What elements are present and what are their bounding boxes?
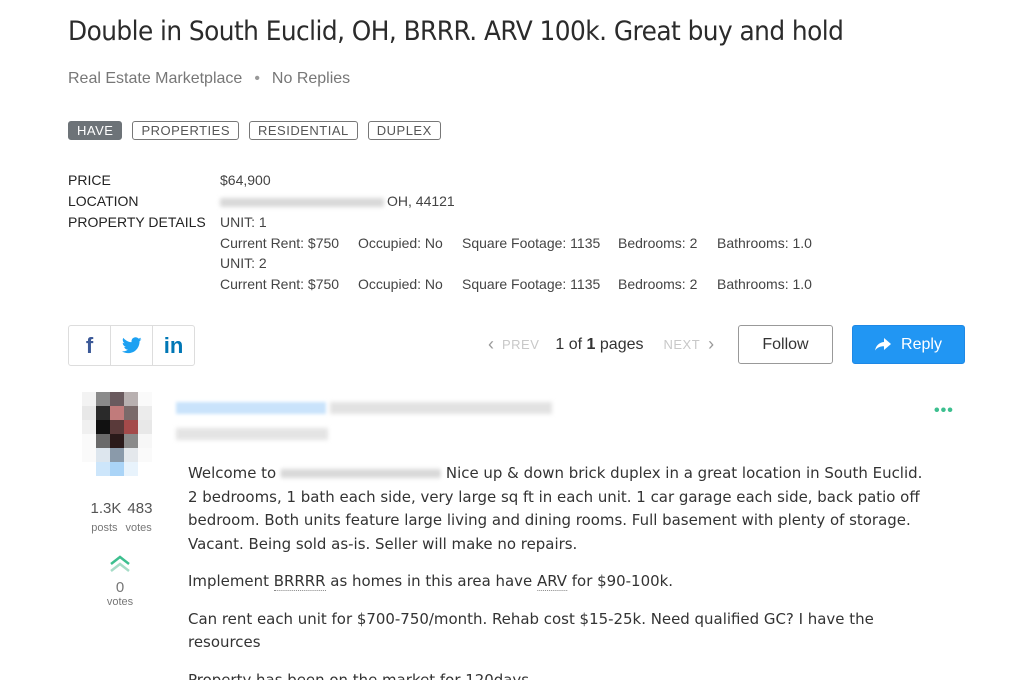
tag-duplex[interactable]: DUPLEX	[367, 121, 441, 140]
post-paragraph-2: Implement BRRRR as homes in this area ha…	[188, 570, 931, 594]
author-stats: 1.3K 483 posts votes	[84, 500, 159, 534]
unit-1-sqft: Square Footage: 1135	[462, 235, 601, 251]
votes-label: votes	[125, 522, 152, 534]
upvote-icon[interactable]	[100, 555, 140, 575]
brrrr-link[interactable]: BRRRR	[273, 572, 326, 591]
unit-1-rent: Current Rent: $750	[220, 235, 340, 251]
reply-label: Reply	[901, 335, 942, 353]
post-p2-text-a: Implement	[188, 572, 274, 590]
author-name-redacted[interactable]	[176, 402, 326, 414]
facebook-icon[interactable]: f	[69, 326, 111, 365]
location-label: LOCATION	[68, 193, 139, 209]
unit-2-sqft: Square Footage: 1135	[462, 276, 601, 292]
post-paragraph-4: Property has been on the market for 120d…	[188, 670, 530, 680]
post-p2-text-b: as homes in this area have	[325, 572, 537, 590]
location-value-wrap: OH, 44121	[220, 193, 455, 209]
location-value: OH, 44121	[387, 193, 455, 209]
unit-2-occupied: Occupied: No	[358, 276, 443, 292]
share-bar: f in	[68, 325, 195, 366]
price-label: PRICE	[68, 172, 111, 188]
author-location-redacted	[330, 402, 552, 414]
reply-count: No Replies	[271, 70, 351, 87]
thread-meta: Real Estate Marketplace • No Replies	[68, 70, 350, 88]
reply-button[interactable]: Reply	[852, 325, 965, 364]
post-paragraph-1: Welcome to Nice up & down brick duplex i…	[188, 462, 931, 556]
redacted-name	[280, 469, 442, 478]
unit-2-label: UNIT: 2	[220, 255, 267, 271]
tag-list: HAVE PROPERTIES RESIDENTIAL DUPLEX	[68, 121, 441, 140]
chevron-right-icon[interactable]: ›	[708, 334, 714, 355]
double-chevron-up-icon	[110, 555, 130, 572]
post-p1-start: Welcome to	[188, 464, 277, 482]
vote-count: 0	[115, 579, 125, 596]
tag-residential[interactable]: RESIDENTIAL	[249, 121, 358, 140]
unit-2-info: Current Rent: $750 Occupied: No Square Foo…	[220, 276, 812, 292]
unit-2-bathrooms: Bathrooms: 1.0	[717, 276, 812, 292]
avatar[interactable]	[82, 392, 152, 476]
unit-1-bedrooms: Bedrooms: 2	[618, 235, 698, 251]
pagination: ‹ PREV 1 of 1 pages NEXT ›	[488, 334, 714, 355]
unit-2-bedrooms: Bedrooms: 2	[618, 276, 698, 292]
forum-link[interactable]: Real Estate Marketplace	[68, 70, 242, 87]
property-details-label: PROPERTY DETAILS	[68, 214, 206, 230]
vote-widget: 0 votes	[100, 555, 140, 608]
prev-link[interactable]: PREV	[502, 337, 539, 352]
unit-2-rent: Current Rent: $750	[220, 276, 340, 292]
reply-arrow-icon	[875, 338, 892, 351]
unit-1-info: Current Rent: $750 Occupied: No Square Foo…	[220, 235, 812, 251]
page-indicator-pre: 1 of	[555, 335, 587, 353]
unit-1-label: UNIT: 1	[220, 214, 267, 230]
linkedin-icon[interactable]: in	[153, 326, 194, 365]
post-paragraph-3: Can rent each unit for $700-750/month. R…	[188, 609, 874, 652]
twitter-icon[interactable]	[111, 326, 153, 365]
page-indicator: 1 of 1 pages	[555, 336, 643, 354]
unit-1-occupied: Occupied: No	[358, 235, 443, 251]
post-p2-text-c: for $90-100k.	[567, 572, 674, 590]
redacted-address	[220, 197, 384, 207]
posts-label: posts	[91, 522, 118, 534]
votes-count: 483	[127, 500, 153, 517]
follow-button[interactable]: Follow	[738, 325, 833, 364]
page-indicator-post: pages	[595, 335, 644, 353]
post-date-redacted	[176, 428, 328, 440]
separator-dot: •	[254, 70, 260, 87]
posts-count: 1.3K	[90, 500, 122, 517]
tag-have[interactable]: HAVE	[68, 121, 123, 140]
price-value: $64,900	[220, 172, 271, 188]
vote-label: votes	[106, 596, 134, 608]
next-link[interactable]: NEXT	[664, 337, 701, 352]
thread-title: Double in South Euclid, OH, BRRR. ARV 10…	[68, 16, 844, 47]
twitter-bird-icon	[121, 337, 142, 354]
tag-properties[interactable]: PROPERTIES	[132, 121, 239, 140]
arv-link[interactable]: ARV	[536, 572, 568, 591]
post-body: Welcome to Nice up & down brick duplex i…	[188, 462, 931, 680]
unit-1-bathrooms: Bathrooms: 1.0	[717, 235, 812, 251]
more-options-icon[interactable]: •••	[934, 402, 954, 420]
chevron-left-icon[interactable]: ‹	[488, 334, 494, 355]
